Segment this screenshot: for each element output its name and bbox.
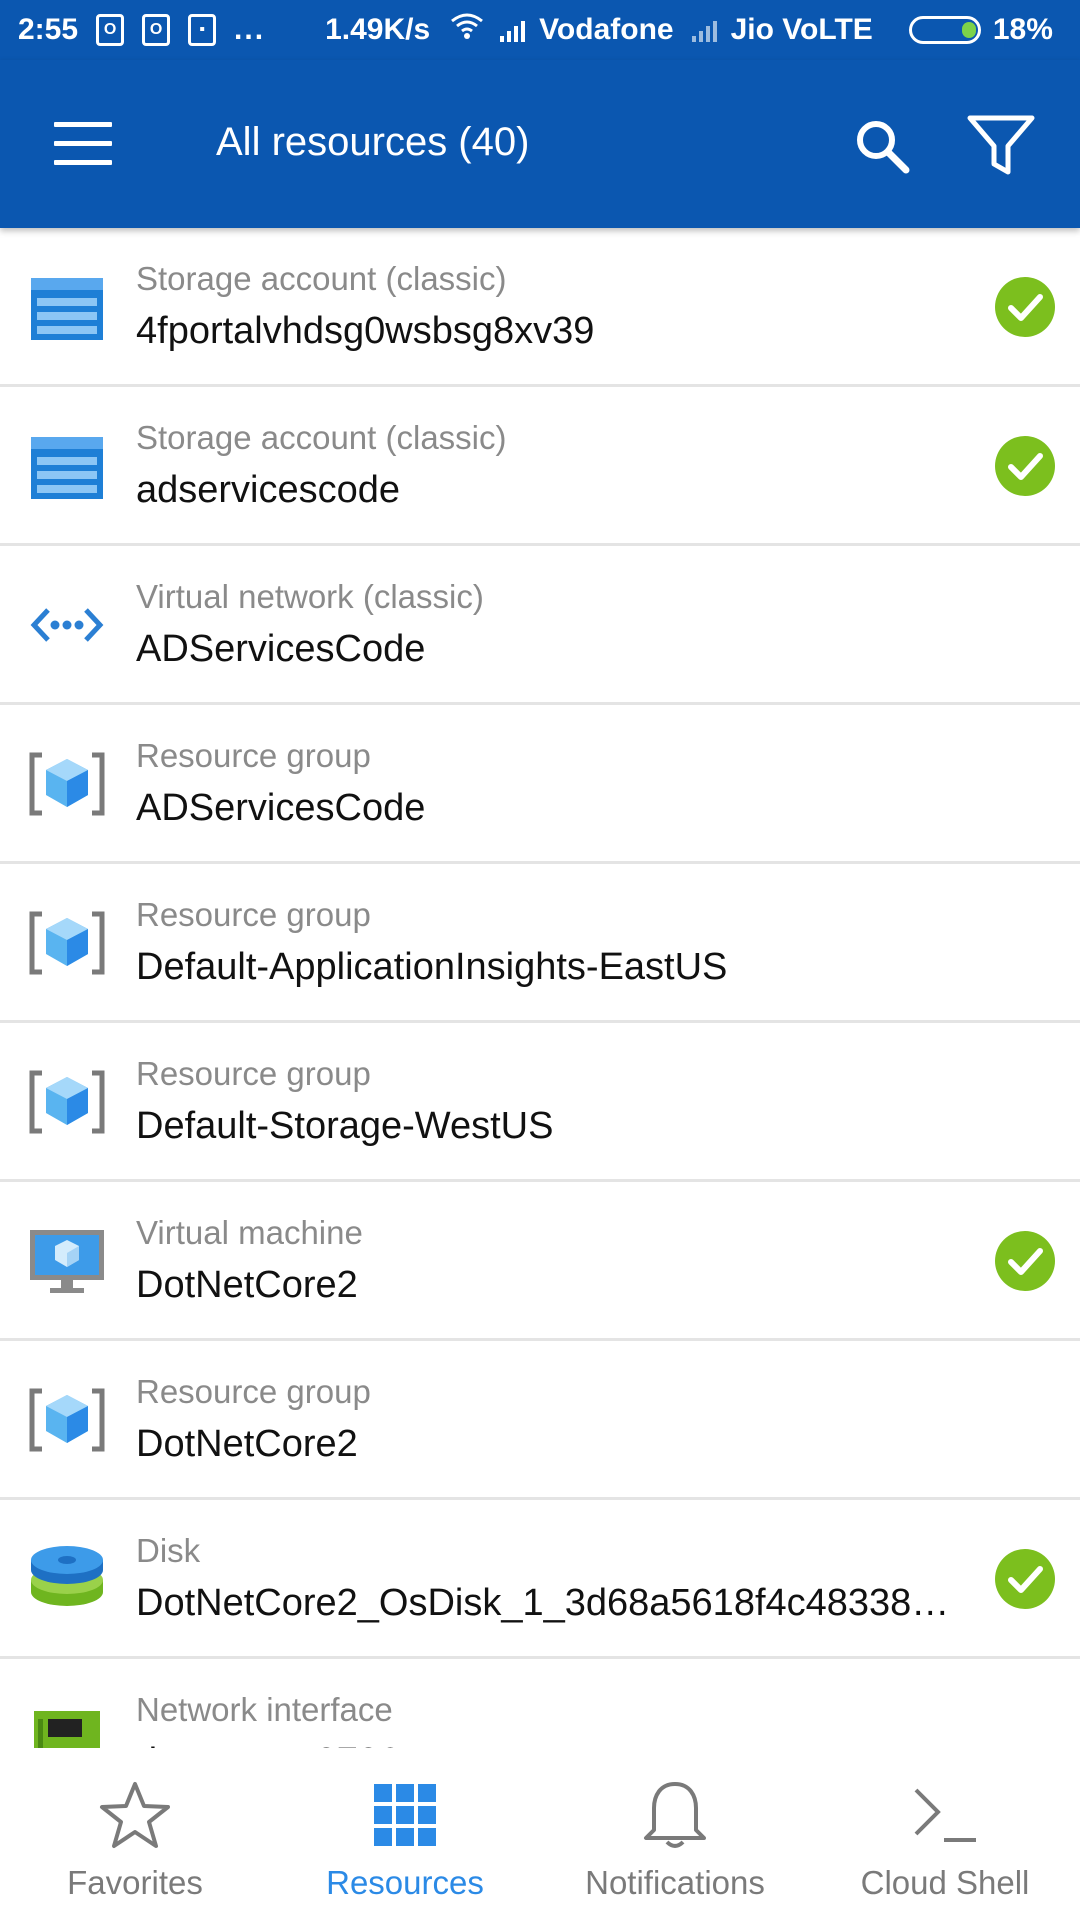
resource-name: Default-Storage-WestUS — [136, 1105, 554, 1147]
resource-row-1[interactable]: Storage account (classic) adservicescode — [0, 387, 1080, 546]
network-speed: 1.49K/s — [325, 13, 431, 46]
storage-icon — [28, 427, 106, 505]
resource-type: Disk — [136, 1532, 201, 1569]
nav-label: Resources — [326, 1864, 484, 1901]
nav-notifications[interactable]: Notifications — [540, 1748, 810, 1920]
resource-type: Resource group — [136, 896, 371, 933]
vnet-icon — [28, 586, 106, 664]
resource-type: Resource group — [136, 737, 371, 774]
nav-label: Cloud Shell — [860, 1864, 1030, 1901]
nic-icon — [28, 1699, 106, 1748]
resource-type: Resource group — [136, 1373, 371, 1410]
resource-row-7[interactable]: Resource group DotNetCore2 — [0, 1341, 1080, 1500]
resource-name: dotnetcore2736 — [136, 1741, 400, 1748]
resource-name: Default-ApplicationInsights-EastUS — [136, 946, 728, 988]
filter-icon[interactable] — [966, 114, 1036, 178]
resource-row-9[interactable]: Network interface dotnetcore2736 — [0, 1659, 1080, 1748]
resource-type: Storage account (classic) — [136, 419, 507, 456]
resource-row-4[interactable]: Resource group Default-ApplicationInsigh… — [0, 864, 1080, 1023]
status-bar: 2:55 O O ▪ ... 1.49K/s Vodafone Jio VoLT… — [0, 0, 1080, 60]
terminal-icon — [908, 1780, 982, 1850]
nav-label: Favorites — [67, 1864, 203, 1901]
carrier-name: Jio VoLTE — [730, 13, 873, 46]
signal-icon — [691, 18, 717, 42]
app-notification-icon: ▪ — [188, 14, 217, 46]
nav-resources[interactable]: Resources — [270, 1748, 540, 1920]
resource-type: Virtual machine — [136, 1214, 363, 1251]
outlook-notification-icon: O — [96, 14, 125, 46]
nav-label: Notifications — [585, 1864, 765, 1901]
signal-icon — [500, 18, 526, 42]
resource-name: DotNetCore2 — [136, 1423, 358, 1465]
resource-name: adservicescode — [136, 469, 401, 511]
resource-row-3[interactable]: Resource group ADServicesCode — [0, 705, 1080, 864]
hamburger-icon[interactable] — [54, 122, 112, 165]
nav-favorites[interactable]: Favorites — [0, 1748, 270, 1920]
resource-type: Virtual network (classic) — [136, 578, 484, 615]
outlook-notification-icon: O — [142, 14, 171, 46]
app-bar: All resources (40) — [0, 60, 1080, 228]
bottom-navigation: Favorites Resources Notifications Cloud … — [0, 1748, 1080, 1920]
resource-name: DotNetCore2 — [136, 1264, 358, 1306]
resource-name: ADServicesCode — [136, 628, 426, 670]
grid-icon — [368, 1780, 442, 1850]
battery-level: 18% — [992, 13, 1053, 46]
more-notifications-icon: ... — [234, 13, 266, 46]
page-title: All resources (40) — [216, 120, 530, 164]
resource-group-icon — [28, 904, 106, 982]
search-icon[interactable] — [852, 116, 912, 176]
disk-icon — [28, 1540, 106, 1618]
resource-row-5[interactable]: Resource group Default-Storage-WestUS — [0, 1023, 1080, 1182]
resource-name: DotNetCore2_OsDisk_1_3d68a5618f4c48338… — [136, 1582, 950, 1624]
status-ok-icon — [994, 1548, 1056, 1610]
vm-icon — [28, 1222, 106, 1300]
bell-icon — [638, 1780, 712, 1850]
resource-name: 4fportalvhdsg0wsbsg8xv39 — [136, 310, 595, 352]
resource-row-2[interactable]: Virtual network (classic) ADServicesCode — [0, 546, 1080, 705]
star-icon — [98, 1780, 172, 1850]
resource-row-6[interactable]: Virtual machine DotNetCore2 — [0, 1182, 1080, 1341]
resource-group-icon — [28, 745, 106, 823]
resource-list[interactable]: Storage account (classic) 4fportalvhdsg0… — [0, 228, 1080, 1748]
storage-icon — [28, 268, 106, 346]
status-ok-icon — [994, 276, 1056, 338]
status-ok-icon — [994, 1230, 1056, 1292]
status-time: 2:55 — [18, 13, 79, 46]
wifi-icon — [450, 12, 484, 48]
resource-name: ADServicesCode — [136, 787, 426, 829]
resource-row-8[interactable]: Disk DotNetCore2_OsDisk_1_3d68a5618f4c48… — [0, 1500, 1080, 1659]
resource-group-icon — [28, 1381, 106, 1459]
resource-row-0[interactable]: Storage account (classic) 4fportalvhdsg0… — [0, 228, 1080, 387]
nav-cloud-shell[interactable]: Cloud Shell — [810, 1748, 1080, 1920]
carrier-name: Vodafone — [539, 13, 674, 46]
battery-icon — [908, 16, 981, 44]
resource-group-icon — [28, 1063, 106, 1141]
status-ok-icon — [994, 435, 1056, 497]
resource-type: Resource group — [136, 1055, 371, 1092]
resource-type: Network interface — [136, 1691, 393, 1728]
resource-type: Storage account (classic) — [136, 260, 507, 297]
